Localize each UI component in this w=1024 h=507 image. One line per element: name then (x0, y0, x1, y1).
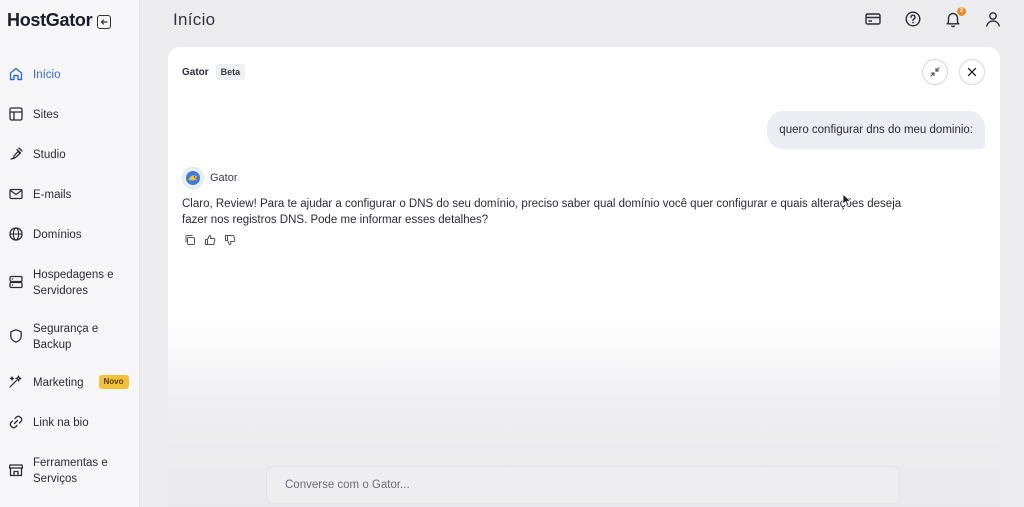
server-icon (9, 275, 23, 289)
sidebar-item-label-line2: Serviços (33, 473, 78, 485)
sidebar-item-label-line1: Segurança e (33, 323, 99, 335)
sidebar-item-label: Segurança e Backup (33, 321, 98, 353)
sidebar-item-label: E-mails (33, 189, 72, 201)
close-button[interactable] (959, 59, 985, 85)
bell-icon[interactable]: 2 (944, 7, 966, 28)
mail-icon (9, 188, 23, 200)
collapse-sidebar-icon[interactable] (97, 14, 112, 29)
sidebar-item-inicio[interactable]: Início (0, 67, 140, 83)
header-actions: 2 (864, 7, 1002, 28)
assistant-name: Gator (182, 66, 209, 78)
sidebar-item-emails[interactable]: E-mails (0, 187, 140, 203)
sidebar-item-label: Domínios (33, 229, 82, 241)
sidebar-item-dominios[interactable]: Domínios (0, 227, 140, 243)
user-message: quero configurar dns do meu dominio: (767, 111, 985, 149)
help-icon[interactable] (904, 10, 922, 28)
bot-message-header: Gator (182, 167, 238, 189)
notification-count-badge: 2 (957, 7, 966, 16)
bot-message: Claro, Review! Para te ajudar a configur… (182, 196, 972, 228)
page-title: Início (173, 10, 216, 29)
sidebar-item-label-line2: Backup (33, 339, 72, 351)
user-icon[interactable] (984, 10, 1002, 28)
close-icon (967, 67, 977, 77)
sidebar-item-link-na-bio[interactable]: Link na bio (0, 415, 140, 431)
bot-message-line1: Claro, Review! Para te ajudar a configur… (182, 198, 902, 210)
logo[interactable]: HostGator (7, 10, 93, 31)
bot-name: Gator (210, 172, 238, 184)
sidebar-item-label: Hospedagens e Servidores (33, 267, 114, 299)
sidebar-item-seguranca[interactable]: Segurança e Backup (0, 321, 140, 353)
chat-header: Gator Beta (182, 64, 246, 80)
minimize-button[interactable] (922, 59, 948, 85)
sidebar-item-label-line1: Ferramentas e (33, 457, 108, 469)
globe-icon (9, 227, 23, 241)
minimize-icon (930, 67, 940, 77)
billing-icon[interactable] (864, 10, 882, 28)
gator-avatar-icon (182, 167, 204, 189)
sidebar-item-label: Studio (33, 149, 66, 161)
link-icon (9, 415, 23, 429)
sidebar: HostGator Início Sites Studio E-mails Do… (0, 0, 140, 507)
sidebar-item-studio[interactable]: Studio (0, 147, 140, 163)
copy-icon[interactable] (184, 234, 196, 246)
sparkle-icon (9, 375, 22, 388)
store-icon (8, 464, 24, 477)
layout-icon (9, 107, 23, 121)
logo-row: HostGator (7, 10, 112, 31)
sidebar-item-label-line1: Hospedagens e (33, 269, 114, 281)
thumbs-down-icon[interactable] (224, 234, 236, 246)
sidebar-item-label: Início (33, 69, 61, 81)
beta-badge: Beta (215, 64, 246, 80)
new-badge: Novo (98, 375, 129, 389)
sidebar-item-label: Marketing (33, 377, 84, 389)
message-actions (184, 234, 236, 246)
brush-icon (10, 147, 23, 160)
sidebar-item-label: Link na bio (33, 417, 89, 429)
sidebar-item-sites[interactable]: Sites (0, 107, 140, 123)
sidebar-item-ferramentas[interactable]: Ferramentas e Serviços (0, 455, 140, 487)
thumbs-up-icon[interactable] (204, 234, 216, 246)
mouse-cursor-icon (842, 193, 852, 207)
bot-message-line2: fazer nos registros DNS. Pode me informa… (182, 214, 489, 226)
sidebar-item-label: Ferramentas e Serviços (33, 455, 108, 487)
sidebar-item-hospedagens[interactable]: Hospedagens e Servidores (0, 267, 140, 299)
chat-input[interactable] (266, 466, 900, 504)
home-icon (9, 67, 23, 81)
shield-icon (10, 329, 22, 343)
sidebar-item-label-line2: Servidores (33, 285, 88, 297)
sidebar-item-label: Sites (33, 109, 59, 121)
sidebar-item-marketing[interactable]: Marketing Novo (0, 375, 140, 391)
